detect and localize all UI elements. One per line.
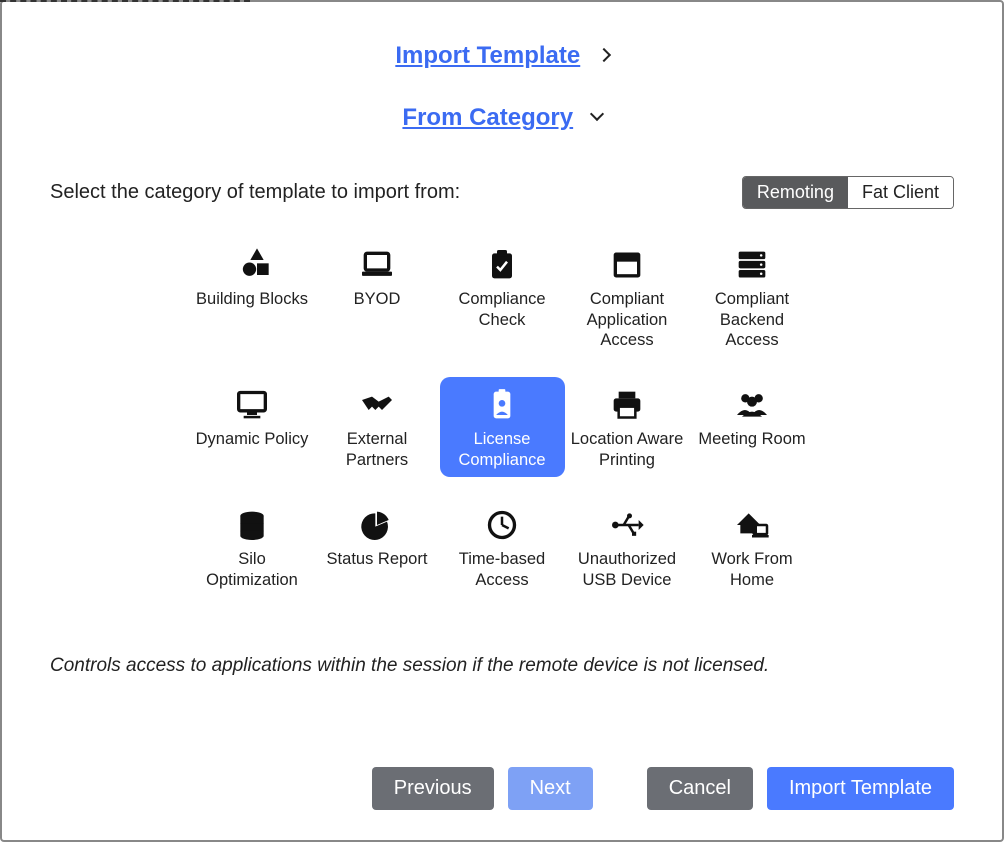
shapes-icon	[232, 245, 272, 285]
tile-label: License Compliance	[444, 429, 561, 470]
dialog-button-bar: Previous Next Cancel Import Template	[50, 767, 954, 820]
from-category-header: From Category	[50, 104, 954, 132]
tile-label: Status Report	[327, 549, 428, 570]
tile-label: Silo Optimization	[194, 549, 311, 590]
prompt-row: Select the category of template to impor…	[50, 176, 954, 209]
tile-byod[interactable]: BYOD	[315, 237, 440, 357]
tile-compliance-check[interactable]: Compliance Check	[440, 237, 565, 357]
server-icon	[732, 245, 772, 285]
tile-label: Dynamic Policy	[196, 429, 309, 450]
category-grid: Building Blocks BYOD Compliance Check Co…	[50, 237, 954, 597]
tile-building-blocks[interactable]: Building Blocks	[190, 237, 315, 357]
tile-dynamic-policy[interactable]: Dynamic Policy	[190, 377, 315, 477]
id-badge-icon	[482, 385, 522, 425]
tile-label: Meeting Room	[698, 429, 805, 450]
tile-label: Unauthorized USB Device	[569, 549, 686, 590]
monitor-icon	[232, 385, 272, 425]
tile-label: Location Aware Printing	[569, 429, 686, 470]
prompt-text: Select the category of template to impor…	[50, 181, 460, 204]
from-category-link[interactable]: From Category	[402, 104, 573, 132]
chevron-down-icon	[590, 107, 604, 121]
people-icon	[732, 385, 772, 425]
house-laptop-icon	[732, 505, 772, 545]
tile-location-aware-printing[interactable]: Location Aware Printing	[565, 377, 690, 477]
toggle-fat-client[interactable]: Fat Client	[848, 177, 953, 208]
button-spacer	[607, 767, 633, 810]
tile-label: Compliant Application Access	[569, 289, 686, 351]
tile-compliant-backend-access[interactable]: Compliant Backend Access	[690, 237, 815, 357]
tile-label: Compliant Backend Access	[694, 289, 811, 351]
tile-license-compliance[interactable]: License Compliance	[440, 377, 565, 477]
clock-icon	[482, 505, 522, 545]
tile-time-based-access[interactable]: Time-based Access	[440, 497, 565, 597]
clipboard-check-icon	[482, 245, 522, 285]
category-description: Controls access to applications within t…	[50, 655, 954, 677]
tile-label: Time-based Access	[444, 549, 561, 590]
database-icon	[232, 505, 272, 545]
tile-label: External Partners	[319, 429, 436, 470]
tile-work-from-home[interactable]: Work From Home	[690, 497, 815, 597]
tile-silo-optimization[interactable]: Silo Optimization	[190, 497, 315, 597]
window-icon	[607, 245, 647, 285]
tile-unauthorized-usb-device[interactable]: Unauthorized USB Device	[565, 497, 690, 597]
tile-compliant-application-access[interactable]: Compliant Application Access	[565, 237, 690, 357]
tile-status-report[interactable]: Status Report	[315, 497, 440, 597]
chevron-right-icon	[597, 48, 611, 62]
import-template-link[interactable]: Import Template	[395, 42, 580, 70]
toggle-remoting[interactable]: Remoting	[743, 177, 848, 208]
cancel-button[interactable]: Cancel	[647, 767, 753, 810]
pie-chart-icon	[357, 505, 397, 545]
tile-meeting-room[interactable]: Meeting Room	[690, 377, 815, 477]
tile-label: BYOD	[354, 289, 401, 310]
client-type-toggle: Remoting Fat Client	[742, 176, 954, 209]
tile-label: Compliance Check	[444, 289, 561, 330]
laptop-icon	[357, 245, 397, 285]
import-template-dialog: Import Template From Category Select the…	[2, 2, 1002, 840]
handshake-icon	[357, 385, 397, 425]
top-dashed-border	[0, 0, 250, 5]
tile-label: Building Blocks	[196, 289, 308, 310]
tile-label: Work From Home	[694, 549, 811, 590]
tile-external-partners[interactable]: External Partners	[315, 377, 440, 477]
usb-icon	[607, 505, 647, 545]
next-button[interactable]: Next	[508, 767, 593, 810]
previous-button[interactable]: Previous	[372, 767, 494, 810]
import-template-button[interactable]: Import Template	[767, 767, 954, 810]
import-template-header: Import Template	[50, 42, 954, 70]
printer-icon	[607, 385, 647, 425]
